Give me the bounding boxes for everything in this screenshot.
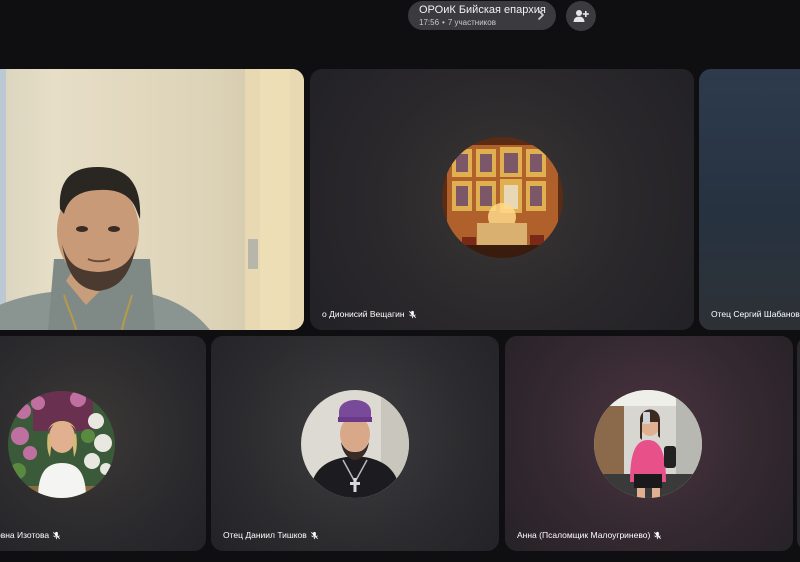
mic-off-icon xyxy=(53,531,61,539)
mic-off-icon xyxy=(310,531,318,539)
avatar-daniil xyxy=(301,390,409,498)
participant-tile-daniil[interactable]: Отец Даниил Тишков xyxy=(211,336,499,551)
participant-name: Анна (Псаломщик Малоугринево) xyxy=(517,530,662,540)
avatar-dionisy xyxy=(442,137,563,258)
participant-tile-sergy[interactable]: Отец Сергий Шабанов (А xyxy=(699,69,800,330)
avatar-anna xyxy=(594,390,702,498)
participant-tile-anna[interactable]: Анна (Псаломщик Малоугринево) xyxy=(505,336,793,551)
add-participant-button[interactable] xyxy=(566,1,596,31)
video-tile-self[interactable] xyxy=(0,69,304,330)
participant-name-text: Отец Даниил Тишков xyxy=(223,530,307,540)
participant-name-text: о Дионисий Вещагин xyxy=(322,309,405,319)
participant-video xyxy=(0,69,304,330)
mic-off-icon xyxy=(654,531,662,539)
conference-info-button[interactable]: ОРОиК Бийская епархия 17:56 • 7 участников xyxy=(408,1,556,30)
participant-name-text: овна Изотова xyxy=(0,530,50,540)
mic-off-icon xyxy=(408,310,416,318)
chevron-right-icon xyxy=(538,10,544,20)
call-time: 17:56 xyxy=(419,18,440,27)
participant-tile-izotova[interactable]: овна Изотова xyxy=(0,336,206,551)
avatar-izotova xyxy=(8,391,115,498)
participant-name: о Дионисий Вещагин xyxy=(322,309,417,319)
participant-name: овна Изотова xyxy=(0,530,61,540)
participant-name-text: Анна (Псаломщик Малоугринево) xyxy=(517,530,651,540)
separator-dot: • xyxy=(442,18,445,27)
participant-name: Отец Сергий Шабанов (А xyxy=(711,309,800,319)
participant-name: Отец Даниил Тишков xyxy=(223,530,319,540)
participant-tile-dionisy[interactable]: о Дионисий Вещагин xyxy=(310,69,694,330)
participant-name-text: Отец Сергий Шабанов (А xyxy=(711,309,800,319)
person-add-icon xyxy=(573,10,589,22)
participants-count: 7 участников xyxy=(447,18,496,27)
